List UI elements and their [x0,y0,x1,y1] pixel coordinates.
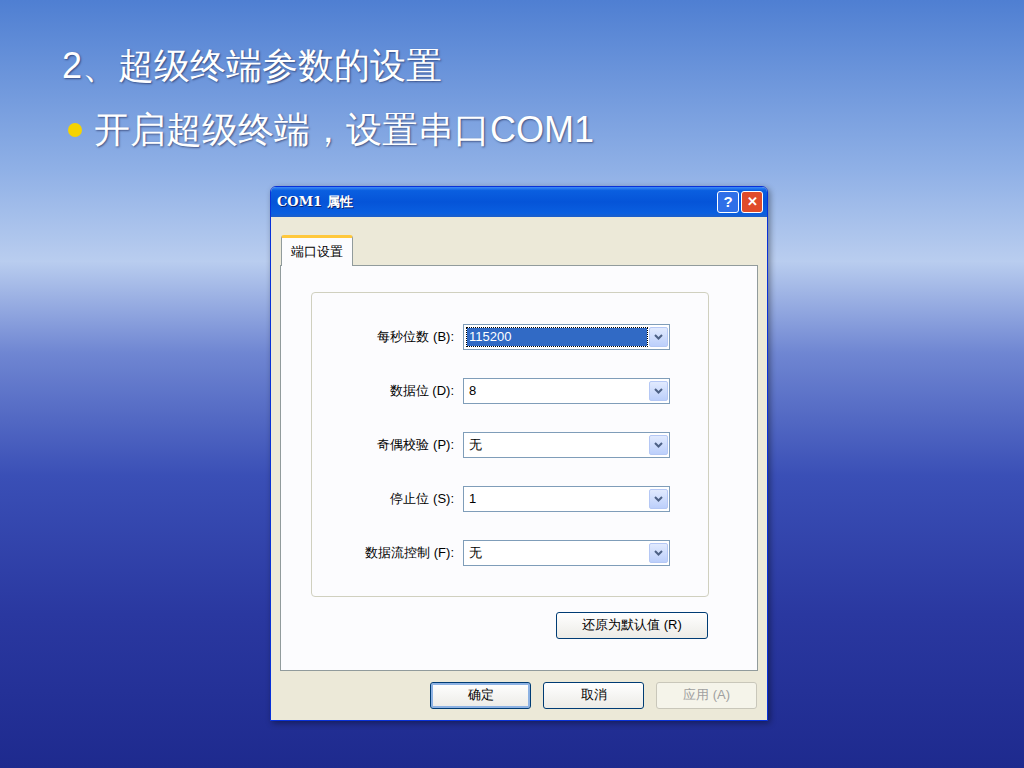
setting-value: 无 [467,436,647,454]
restore-row: 还原为默认值 (R) [311,612,708,639]
dialog-button[interactable]: 应用 (A) [656,682,757,709]
setting-label: 停止位 (S): [312,489,458,509]
dropdown-arrow-icon[interactable] [649,489,668,509]
dropdown-arrow-icon[interactable] [649,435,668,455]
slide-header: 2、超级终端参数的设置开启超级终端，设置串口COM1 [0,0,1024,154]
button-label: 确定 [468,685,494,705]
dialog-body: 端口设置每秒位数 (B):115200数据位 (D):8奇偶校验 (P):无停止… [271,217,767,720]
setting-dropdown[interactable]: 1 [463,486,670,512]
setting-label: 数据流控制 (F): [312,543,458,563]
button-label: 应用 (A) [683,685,730,705]
dialog-area: COM1 属性?✕端口设置每秒位数 (B):115200数据位 (D):8奇偶校… [270,186,1024,721]
setting-value: 无 [467,544,647,562]
setting-label: 每秒位数 (B): [312,327,458,347]
dialog-button[interactable]: 取消 [543,682,644,709]
setting-dropdown[interactable]: 无 [463,540,670,566]
setting-row: 数据位 (D): 8 [312,378,708,404]
port-settings-group: 每秒位数 (B):115200数据位 (D):8奇偶校验 (P):无停止位 (S… [311,292,709,597]
restore-defaults-button[interactable]: 还原为默认值 (R) [556,612,708,639]
setting-label: 数据位 (D): [312,381,458,401]
setting-value: 115200 [467,328,647,346]
dropdown-arrow-icon[interactable] [649,543,668,563]
setting-value: 1 [467,490,647,508]
button-label: 取消 [581,685,607,705]
setting-row: 奇偶校验 (P): 无 [312,432,708,458]
tab-strip: 端口设置 [280,234,758,265]
com1-properties-dialog: COM1 属性?✕端口设置每秒位数 (B):115200数据位 (D):8奇偶校… [270,186,768,721]
setting-label: 奇偶校验 (P): [312,435,458,455]
dropdown-arrow-icon[interactable] [649,381,668,401]
dialog-button-wrap: 取消 [543,682,644,709]
title-bar: COM1 属性?✕ [271,187,767,217]
dropdown-arrow-icon[interactable] [649,327,668,347]
dialog-button[interactable]: 确定 [430,682,531,709]
close-button[interactable]: ✕ [741,191,763,213]
window-title: COM1 属性 [277,192,353,212]
setting-row: 停止位 (S): 1 [312,486,708,512]
tab-panel: 每秒位数 (B):115200数据位 (D):8奇偶校验 (P):无停止位 (S… [280,265,758,671]
window-controls: ?✕ [717,191,763,213]
setting-row: 每秒位数 (B): 115200 [312,324,708,350]
help-button[interactable]: ? [717,191,739,213]
setting-row: 数据流控制 (F): 无 [312,540,708,566]
slide: 2、超级终端参数的设置开启超级终端，设置串口COM1 COM1 属性?✕端口设置… [0,0,1024,768]
setting-dropdown[interactable]: 115200 [463,324,670,350]
setting-value: 8 [467,382,647,400]
bullet-dot-icon [68,123,82,137]
slide-title: 2、超级终端参数的设置 [62,40,1024,92]
dialog-button-wrap: 应用 (A) [656,682,757,709]
slide-bullet: 开启超级终端，设置串口COM1 [68,106,1024,154]
button-label: 还原为默认值 (R) [582,615,682,635]
tab-label: 端口设置 [291,244,343,259]
bullet-text: 开启超级终端，设置串口COM1 [94,106,594,154]
dialog-button-wrap: 确定 [430,682,531,709]
setting-dropdown[interactable]: 无 [463,432,670,458]
tab[interactable]: 端口设置 [281,235,353,266]
setting-dropdown[interactable]: 8 [463,378,670,404]
dialog-button-row: 确定 取消 应用 (A) [280,682,758,709]
